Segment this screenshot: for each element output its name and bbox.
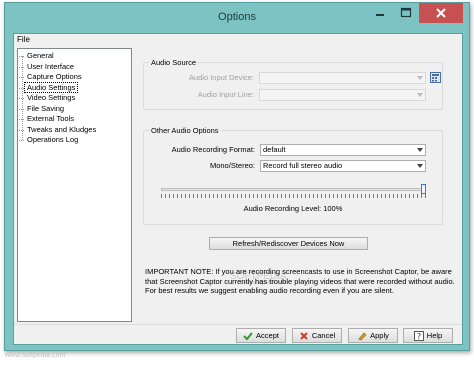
minimize-button[interactable] (367, 3, 393, 23)
tree-item-label: User Interface (27, 61, 75, 71)
mono-stereo-label: Mono/Stereo: (209, 161, 255, 170)
tree-item-audio-settings[interactable]: Audio Settings (19, 81, 79, 93)
mono-stereo-value: Record full stereo audio (263, 161, 343, 170)
tree-item-capture-options[interactable]: Capture Options (19, 72, 84, 82)
audio-input-line-label: Audio Input Line: (197, 90, 254, 99)
other-audio-options-group: Other Audio Options Audio Recording Form… (143, 126, 443, 225)
refresh-devices-button[interactable]: Refresh/Rediscover Devices Now (209, 237, 368, 250)
chevron-down-icon (417, 76, 423, 80)
svg-text:?: ? (417, 332, 421, 341)
accept-button[interactable]: Accept (236, 328, 286, 343)
chevron-down-icon (417, 164, 423, 168)
tree-item-operations-log[interactable]: Operations Log (19, 135, 80, 145)
recording-format-select[interactable]: default (260, 144, 426, 156)
recording-format-label: Audio Recording Format: (171, 145, 255, 154)
tree-item-external-tools[interactable]: External Tools (19, 114, 76, 124)
tree-item-label: Operations Log (27, 135, 79, 144)
chevron-down-icon (417, 93, 423, 97)
audio-input-device-label: Audio Input Device: (188, 73, 254, 82)
recording-level-slider-thumb[interactable] (421, 184, 426, 194)
help-icon: ? (413, 330, 424, 341)
tree-item-label: Audio Settings (23, 81, 79, 93)
window-controls (367, 3, 463, 23)
audio-device-settings-button[interactable] (430, 72, 441, 83)
help-button[interactable]: ? Help (403, 328, 453, 343)
tree-item-label: External Tools (27, 114, 74, 123)
tree-item-label: Video Settings (27, 93, 76, 102)
note-line-2: that Screenshot Captor currently has tro… (145, 276, 455, 286)
note-line-3: For best results we suggest enabling aud… (145, 286, 394, 295)
menu-file[interactable]: File (17, 35, 30, 44)
apply-label: Apply (370, 331, 389, 340)
help-label: Help (426, 331, 443, 340)
tree-item-file-saving[interactable]: File Saving (19, 103, 66, 114)
chevron-down-icon (417, 148, 423, 152)
tree-item-label: Capture Options (27, 72, 82, 81)
close-button[interactable] (419, 3, 463, 23)
recording-format-value: default (263, 145, 286, 154)
refresh-devices-label: Refresh/Rediscover Devices Now (232, 239, 345, 248)
tree-item-video-settings[interactable]: Video Settings (19, 93, 77, 103)
options-tree[interactable]: General User Interface Capture Options A… (17, 48, 132, 322)
window-client: File General User Interface Capture Opti… (13, 33, 463, 345)
minimize-icon (376, 14, 384, 16)
cancel-label: Cancel (311, 331, 336, 340)
accept-label: Accept (256, 331, 279, 340)
recording-level-ticks (161, 194, 426, 198)
checkmark-icon (243, 331, 253, 340)
tree-item-user-interface[interactable]: User Interface (19, 61, 76, 72)
tree-item-label: General (27, 51, 54, 60)
audio-source-group: Audio Source Audio Input Device: Audio I… (143, 58, 443, 110)
title-bar[interactable]: Options (5, 3, 469, 31)
options-window: Options File General User Interface Capt… (4, 2, 470, 351)
recording-level-label: Audio Recording Level: 100% (243, 204, 343, 213)
audio-input-line-select[interactable] (259, 89, 426, 101)
button-bar-separator (14, 324, 462, 325)
cancel-x-icon (300, 331, 308, 340)
tree-item-label: Tweaks and Kludges (27, 124, 97, 134)
tree-item-general[interactable]: General (19, 51, 56, 61)
maximize-button[interactable] (393, 3, 419, 23)
other-audio-options-title: Other Audio Options (150, 126, 220, 135)
cancel-button[interactable]: Cancel (292, 328, 342, 343)
audio-input-device-select[interactable] (259, 72, 426, 84)
apply-pencil-icon (358, 332, 367, 340)
tree-item-label: File Saving (27, 103, 65, 113)
recording-level-slider-track[interactable] (161, 188, 426, 191)
softpedia-corner-watermark: www.softpedia.com (5, 352, 66, 359)
note-line-1: IMPORTANT NOTE: If you are recording scr… (145, 267, 452, 276)
device-settings-icon (430, 72, 441, 83)
mono-stereo-select[interactable]: Record full stereo audio (260, 160, 426, 172)
apply-button[interactable]: Apply (348, 328, 398, 343)
important-note: IMPORTANT NOTE: If you are recording scr… (145, 267, 455, 296)
maximize-icon (400, 7, 412, 18)
close-icon (436, 8, 446, 18)
audio-source-title: Audio Source (150, 58, 198, 67)
menu-bar: File (14, 34, 462, 46)
tree-item-tweaks-and-kludges[interactable]: Tweaks and Kludges (19, 124, 98, 135)
